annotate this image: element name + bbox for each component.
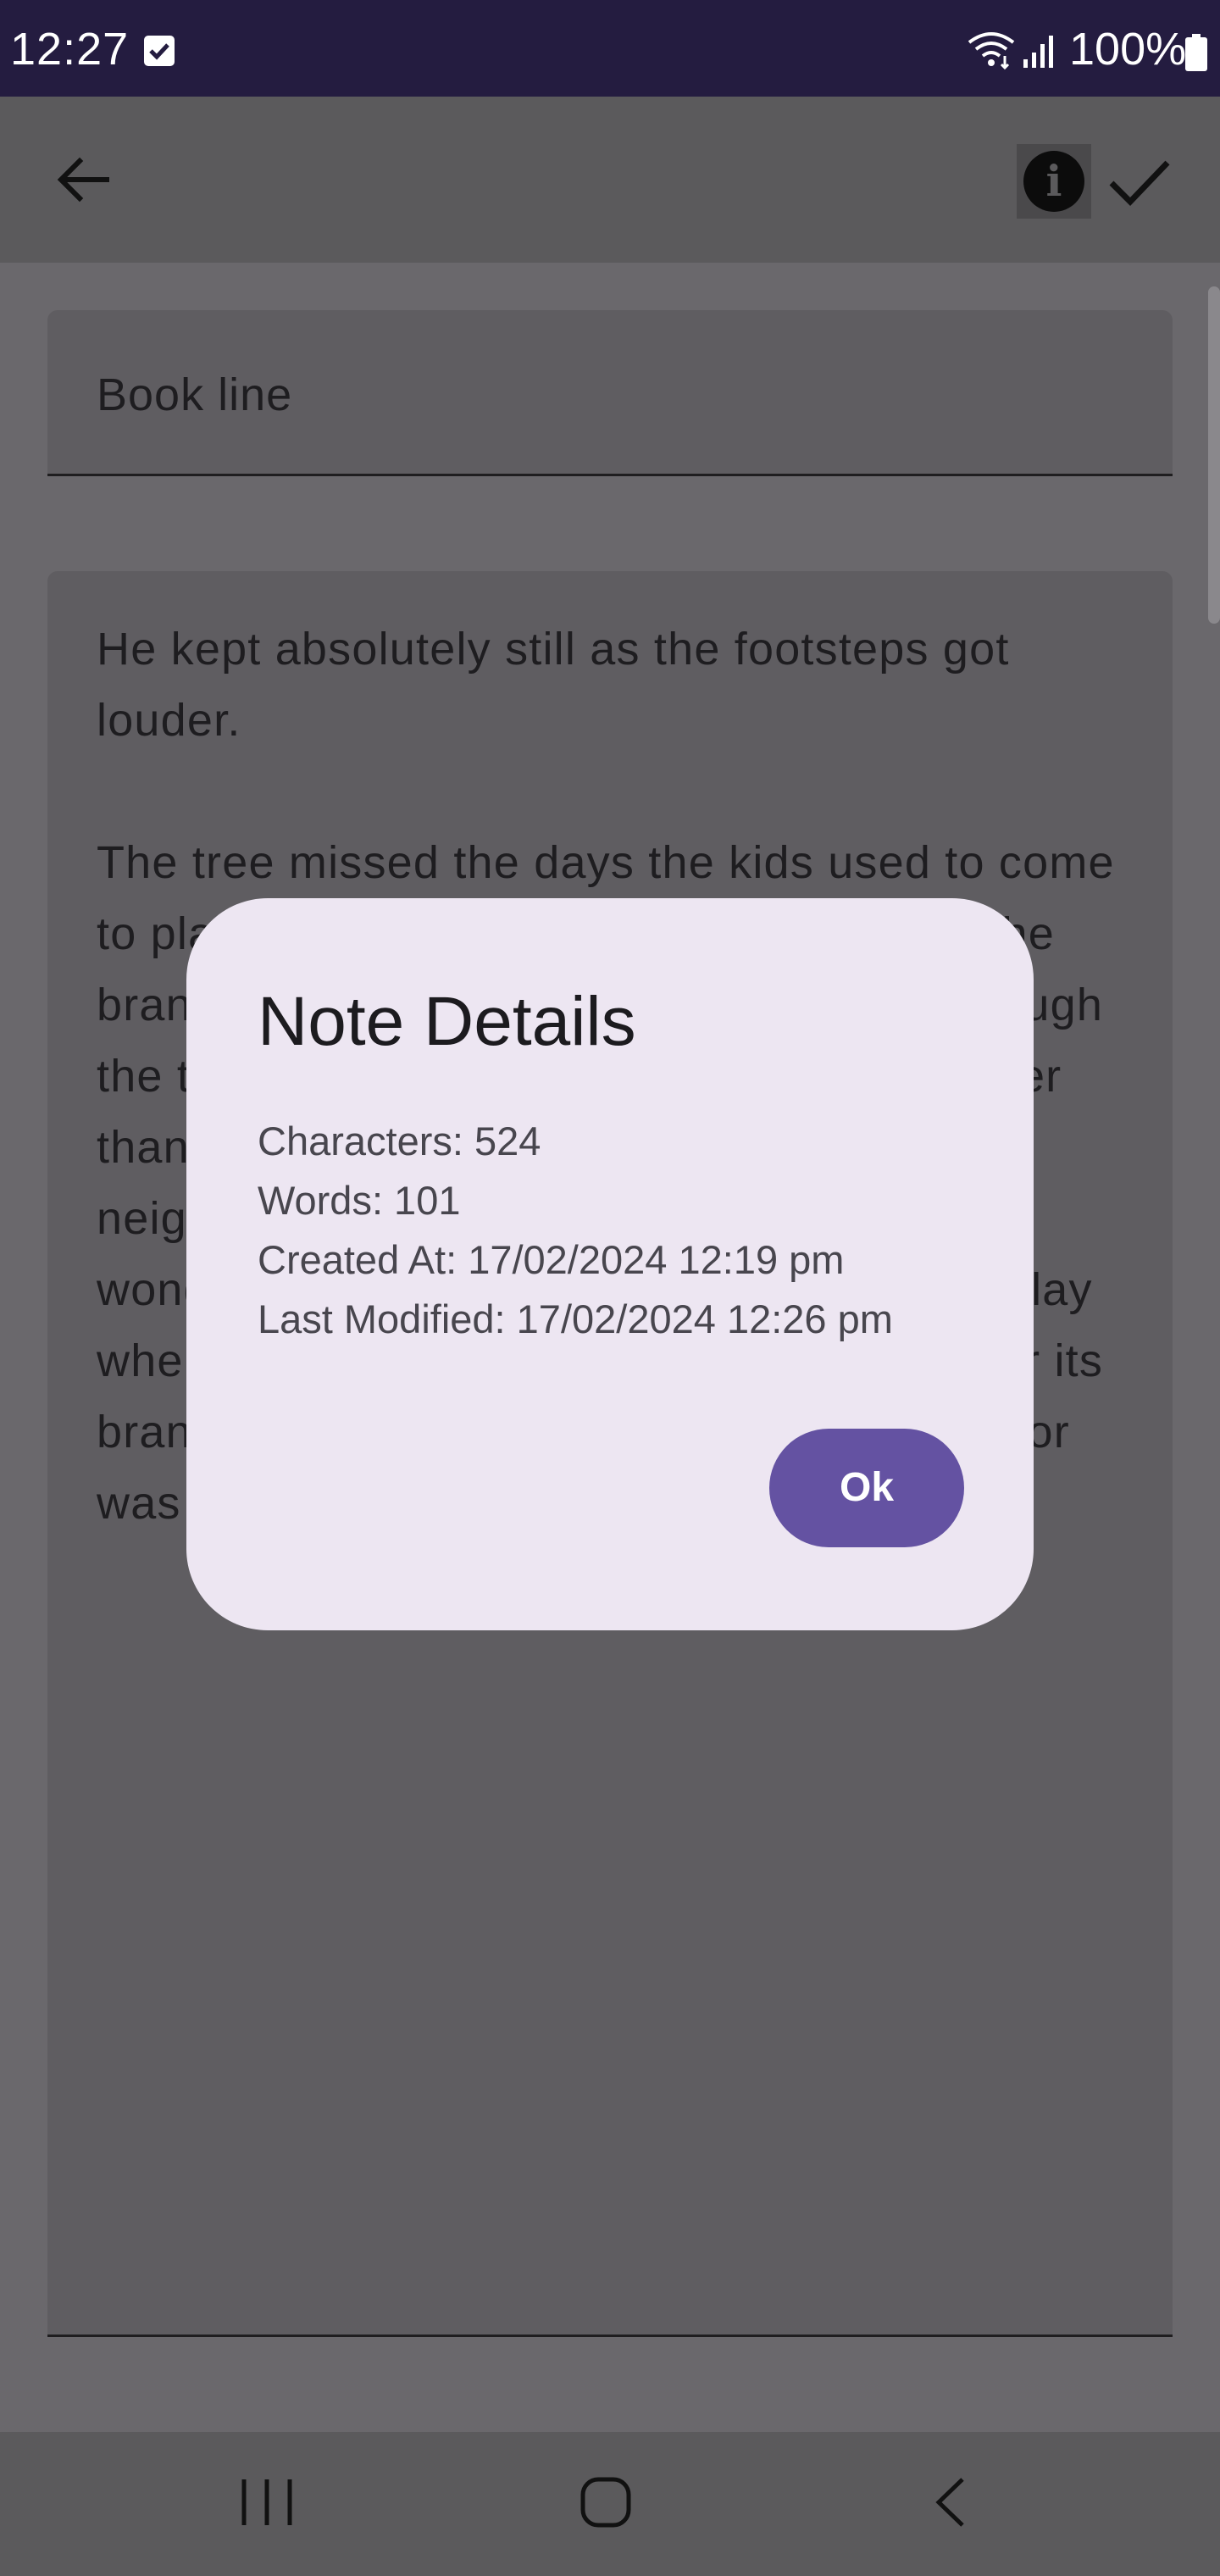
note-title-text: Book line [97,369,293,420]
back-icon [935,2478,964,2527]
created-at: Created At: 17/02/2024 12:19 pm [258,1237,845,1282]
home-button[interactable] [576,2473,635,2532]
back-button[interactable] [51,144,122,215]
navigation-bar [0,2432,1220,2576]
dialog-details: Characters: 524 Words: 101 Created At: 1… [258,1112,893,1349]
recent-apps-button[interactable] [237,2473,297,2532]
battery-percent: 100% [1069,24,1187,75]
wifi-icon [966,31,1017,71]
battery-icon [1184,34,1208,71]
arrow-back-icon [57,157,109,203]
save-button[interactable] [1101,144,1176,219]
app-bar: i [0,97,1220,263]
scrollbar-thumb[interactable] [1208,286,1220,624]
note-details-dialog: Note Details Characters: 524 Words: 101 … [186,898,1034,1630]
check-icon [1109,160,1170,207]
nav-back-button[interactable] [922,2473,981,2532]
ok-button[interactable]: Ok [769,1429,964,1547]
info-icon: i [1023,151,1084,212]
note-title-field[interactable]: Book line [47,310,1173,476]
status-bar: 12:27 100% [0,0,1220,97]
status-time: 12:27 [10,24,130,75]
signal-icon [1022,31,1056,71]
words-count: Words: 101 [258,1178,461,1223]
home-icon [580,2477,631,2528]
recent-apps-icon [241,2479,292,2525]
info-button[interactable]: i [1017,144,1091,219]
characters-count: Characters: 524 [258,1119,541,1163]
last-modified: Last Modified: 17/02/2024 12:26 pm [258,1296,893,1341]
dialog-title: Note Details [258,983,636,1060]
checkbox-notification-icon [144,36,175,66]
